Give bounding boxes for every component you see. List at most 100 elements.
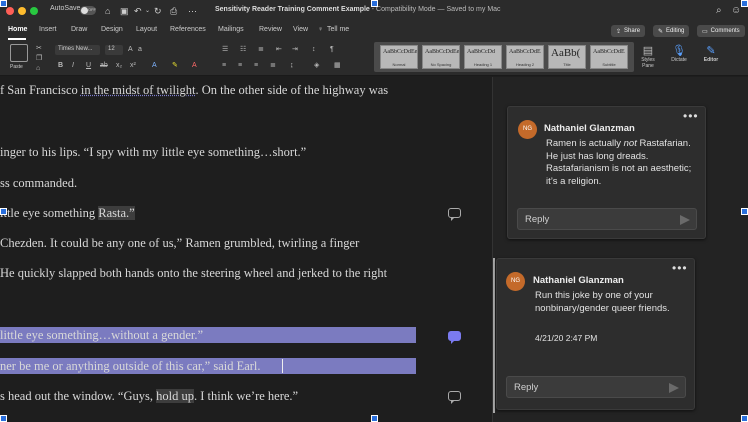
- comment-marker-icon[interactable]: [448, 208, 461, 221]
- tab-insert[interactable]: Insert: [39, 26, 57, 33]
- redo-icon[interactable]: ↻: [154, 5, 162, 17]
- paste-icon[interactable]: [10, 44, 28, 62]
- save-icon[interactable]: ▣: [120, 5, 129, 17]
- more-options-icon[interactable]: •••: [672, 261, 688, 275]
- tab-home[interactable]: Home: [8, 26, 27, 33]
- comment-marker-icon[interactable]: [448, 391, 461, 404]
- document-page[interactable]: f San Francisco in the midst of twilight…: [0, 77, 492, 422]
- style-preview: AaBbCcDdEe: [425, 49, 459, 55]
- grammar-flagged-text[interactable]: in the midst of twilight: [81, 83, 196, 97]
- style-title[interactable]: AaBb( Title: [548, 45, 586, 69]
- reply-field[interactable]: Reply: [506, 376, 686, 398]
- numbering-icon[interactable]: ☷: [240, 46, 246, 54]
- highlight-icon[interactable]: ✎: [172, 62, 178, 70]
- resize-handle[interactable]: [0, 415, 7, 422]
- tab-layout[interactable]: Layout: [136, 26, 157, 33]
- sort-icon[interactable]: ↕: [312, 46, 316, 54]
- increase-indent-icon[interactable]: ⇥: [292, 46, 298, 54]
- grow-font-icon[interactable]: A: [128, 46, 133, 54]
- resize-handle[interactable]: [371, 415, 378, 422]
- superscript-icon[interactable]: x²: [130, 62, 136, 70]
- borders-icon[interactable]: ▦: [334, 62, 341, 70]
- style-normal[interactable]: AaBbCcDdEe Normal: [380, 45, 418, 69]
- comment-card[interactable]: NG Nathaniel Glanzman ••• Run this joke …: [496, 258, 695, 410]
- document-name: Sensitivity Reader Training Comment Exam…: [215, 6, 370, 13]
- commented-text[interactable]: hold up: [156, 389, 194, 403]
- home-icon[interactable]: ⌂: [105, 5, 110, 17]
- share-button[interactable]: ⇪ Share: [611, 25, 646, 37]
- align-right-icon[interactable]: ≡: [254, 62, 258, 70]
- tab-draw[interactable]: Draw: [71, 26, 87, 33]
- style-no-spacing[interactable]: AaBbCcDdEe No Spacing: [422, 45, 460, 69]
- send-icon[interactable]: [669, 383, 679, 393]
- text-effects-icon[interactable]: A: [152, 62, 157, 70]
- bullets-icon[interactable]: ☰: [222, 46, 228, 54]
- tab-design[interactable]: Design: [101, 26, 123, 33]
- editing-button[interactable]: ✎ Editing: [653, 25, 690, 37]
- subscript-icon[interactable]: x₂: [116, 62, 122, 70]
- minimize-window-button[interactable]: [18, 7, 26, 15]
- save-status: — Saved to my Mac: [435, 6, 501, 13]
- undo-dropdown-icon[interactable]: ⌄: [145, 5, 150, 17]
- cut-icon[interactable]: ✂: [36, 45, 42, 53]
- account-icon[interactable]: ☺: [731, 5, 741, 16]
- style-preview: AaBbCcDd: [467, 49, 495, 55]
- search-icon[interactable]: ⌕: [716, 5, 722, 16]
- resize-handle[interactable]: [741, 0, 748, 7]
- editor-button[interactable]: ✎ Editor: [699, 44, 723, 63]
- tab-references[interactable]: References: [170, 26, 206, 33]
- style-name: Subtitle: [602, 62, 616, 67]
- underline-icon[interactable]: U: [86, 62, 91, 70]
- style-heading-2[interactable]: AaBbCcDdE Heading 2: [506, 45, 544, 69]
- style-preview: AaBb(: [551, 47, 581, 59]
- shading-icon[interactable]: ◈: [314, 62, 319, 70]
- resize-handle[interactable]: [371, 0, 378, 7]
- font-size-select[interactable]: 12: [105, 45, 123, 55]
- avatar: NG: [506, 272, 525, 291]
- line-text: ss commanded.: [0, 176, 78, 190]
- align-left-icon[interactable]: ≡: [222, 62, 226, 70]
- align-center-icon[interactable]: ≡: [238, 62, 242, 70]
- undo-icon[interactable]: ↶: [134, 5, 142, 17]
- multilevel-list-icon[interactable]: ≣: [258, 46, 264, 54]
- style-name: Title: [563, 62, 571, 67]
- resize-handle[interactable]: [741, 415, 748, 422]
- comments-button[interactable]: ▭ Comments: [697, 25, 745, 37]
- line-spacing-icon[interactable]: ↨: [290, 62, 294, 70]
- dictate-button[interactable]: 🎙 Dictate: [666, 44, 692, 63]
- send-icon[interactable]: [680, 215, 690, 225]
- styles-pane-button[interactable]: ▤ Styles Pane: [638, 44, 658, 69]
- comment-text: Run this joke by one of your nonbinary/g…: [535, 290, 670, 314]
- active-comment-marker-icon[interactable]: [448, 331, 461, 344]
- resize-handle[interactable]: [741, 208, 748, 215]
- font-name-select[interactable]: Times New...: [55, 45, 100, 55]
- close-window-button[interactable]: [6, 7, 14, 15]
- justify-icon[interactable]: ≣: [270, 62, 276, 70]
- tab-tell-me[interactable]: Tell me: [327, 26, 349, 33]
- strikethrough-icon[interactable]: ab: [100, 62, 108, 70]
- comment-card[interactable]: NG Nathaniel Glanzman ••• Ramen is actua…: [507, 106, 706, 239]
- document-line: Chezden. It could be any one of us,” Ram…: [0, 236, 359, 251]
- shrink-font-icon[interactable]: a: [138, 46, 142, 54]
- style-heading-1[interactable]: AaBbCcDd Heading 1: [464, 45, 502, 69]
- more-options-icon[interactable]: •••: [683, 109, 699, 123]
- commented-text[interactable]: Rasta.”: [98, 206, 135, 220]
- resize-handle[interactable]: [0, 208, 7, 215]
- tab-view[interactable]: View: [293, 26, 308, 33]
- copy-icon[interactable]: ❐: [36, 55, 42, 63]
- italic-icon[interactable]: I: [72, 62, 74, 70]
- tab-mailings[interactable]: Mailings: [218, 26, 244, 33]
- bold-icon[interactable]: B: [58, 62, 63, 70]
- format-painter-icon[interactable]: ⌂: [36, 65, 40, 73]
- zoom-window-button[interactable]: [30, 7, 38, 15]
- resize-handle[interactable]: [0, 0, 7, 7]
- customize-toolbar-icon[interactable]: ⋯: [188, 5, 197, 17]
- line-text: ittle eye something: [0, 206, 99, 220]
- font-color-icon[interactable]: A: [192, 62, 197, 70]
- show-formatting-icon[interactable]: ¶: [330, 46, 334, 54]
- reply-field[interactable]: Reply: [517, 208, 697, 230]
- style-subtitle[interactable]: AaBbCcDdE Subtitle: [590, 45, 628, 69]
- tab-review[interactable]: Review: [259, 26, 282, 33]
- decrease-indent-icon[interactable]: ⇤: [276, 46, 282, 54]
- print-icon[interactable]: ⎙: [170, 5, 177, 17]
